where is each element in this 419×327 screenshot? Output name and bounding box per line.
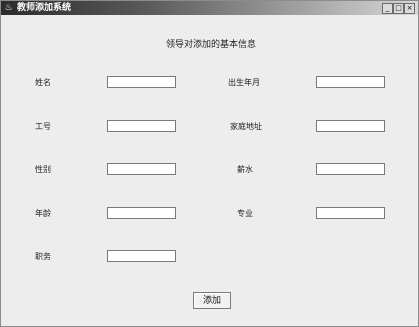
birth-field[interactable] [316,76,385,88]
window-title: 教师添加系统 [17,3,72,13]
address-label: 家庭地址 [230,122,262,131]
position-label: 职务 [35,252,51,261]
add-button[interactable]: 添加 [193,292,231,309]
form-heading: 领导对添加的基本信息 [165,40,256,50]
gender-label: 性别 [35,165,51,174]
age-field[interactable] [107,207,176,219]
gender-field[interactable] [107,163,176,175]
position-field[interactable] [107,250,176,262]
age-label: 年龄 [35,209,51,218]
close-button[interactable]: × [404,3,415,14]
major-field[interactable] [316,207,385,219]
minimize-button[interactable]: _ [382,3,393,14]
birth-label: 出生年月 [228,78,260,87]
name-field[interactable] [107,76,176,88]
address-field[interactable] [316,120,385,132]
id-field[interactable] [107,120,176,132]
name-label: 姓名 [35,78,51,87]
salary-label: 薪水 [237,165,253,174]
major-label: 专业 [237,209,253,218]
java-app-icon: ♨ [4,3,13,13]
salary-field[interactable] [316,163,385,175]
id-label: 工号 [35,122,51,131]
application-window: ♨ 教师添加系统 _ □ × 领导对添加的基本信息 姓名 出生年月 工号 家庭地… [0,0,419,327]
maximize-button[interactable]: □ [393,3,404,14]
title-bar[interactable]: ♨ 教师添加系统 _ □ × [1,1,418,15]
